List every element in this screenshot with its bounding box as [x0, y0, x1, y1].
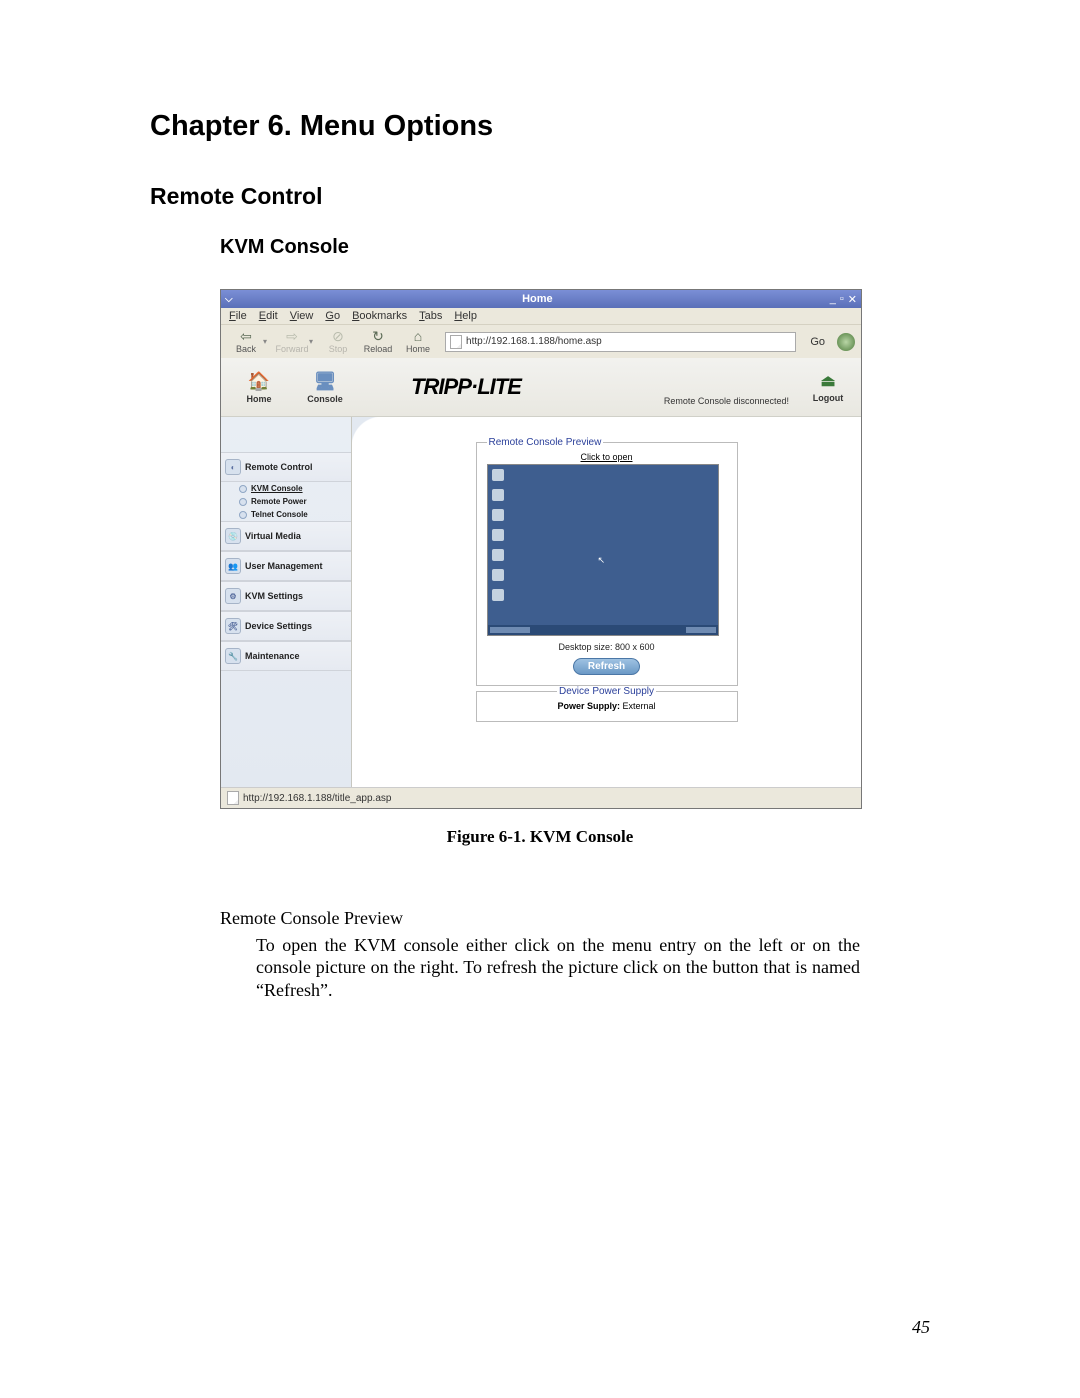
reload-button[interactable]: ↻ Reload: [359, 329, 397, 354]
app-home-button[interactable]: 🏠 Home: [229, 364, 289, 410]
forward-button[interactable]: ⇨ Forward: [273, 329, 311, 354]
nav-device-settings[interactable]: 🛠 Device Settings: [221, 611, 351, 641]
minimize-icon[interactable]: _: [830, 293, 836, 306]
browser-titlebar: ⌵ Home _ ▫ ✕: [221, 290, 861, 308]
bullet-icon: [239, 498, 247, 506]
nav-remote-control[interactable]: ◐ Remote Control: [221, 452, 351, 482]
page-icon: [450, 335, 462, 349]
home-icon: ⌂: [414, 329, 422, 343]
arrow-right-icon: ⇨: [286, 329, 298, 343]
window-title: Home: [245, 293, 830, 305]
content-area: Remote Console Preview Click to open: [352, 417, 861, 787]
figure-caption: Figure 6-1. KVM Console: [220, 827, 860, 847]
menu-tabs[interactable]: Tabs: [419, 310, 442, 322]
menu-view[interactable]: View: [290, 310, 314, 322]
page-number: 45: [912, 1317, 930, 1338]
desktop-size-label: Desktop size: 800 x 600: [487, 642, 727, 652]
desktop-icon: [492, 589, 504, 601]
paragraph-body: To open the KVM console either click on …: [256, 934, 860, 1002]
desktop-icon: [492, 489, 504, 501]
figure: ⌵ Home _ ▫ ✕ File Edit View Go Bookmarks…: [220, 289, 860, 847]
click-to-open-link[interactable]: Click to open: [487, 452, 727, 462]
nav-kvm-settings[interactable]: ⚙ KVM Settings: [221, 581, 351, 611]
power-legend: Device Power Supply: [557, 686, 656, 697]
app-header: 🏠 Home 🖥 Console TRIPP·LITE Remote Conso…: [221, 358, 861, 417]
logout-button[interactable]: ⏏ Logout: [803, 364, 853, 410]
kvm-settings-icon: ⚙: [225, 588, 241, 604]
logout-icon: ⏏: [820, 371, 835, 391]
maintenance-icon: 🔧: [225, 648, 241, 664]
console-preview-image[interactable]: ↖: [487, 464, 719, 636]
menu-edit[interactable]: Edit: [259, 310, 278, 322]
browser-menubar[interactable]: File Edit View Go Bookmarks Tabs Help: [221, 308, 861, 324]
remote-control-icon: ◐: [225, 459, 241, 475]
desktop-icon: [492, 469, 504, 481]
nav-kvm-console[interactable]: KVM Console: [221, 482, 351, 495]
arrow-left-icon: ⇦: [240, 329, 252, 343]
virtual-media-icon: 💿: [225, 528, 241, 544]
menu-file[interactable]: File: [229, 310, 247, 322]
home-icon: 🏠: [248, 371, 270, 392]
titlebar-appicon: ⌵: [225, 294, 245, 305]
device-power-supply-panel: Device Power Supply Power Supply: Extern…: [476, 686, 738, 722]
menu-go[interactable]: Go: [325, 310, 340, 322]
bullet-icon: [239, 511, 247, 519]
stop-button[interactable]: ⊘ Stop: [319, 329, 357, 354]
status-text: Remote Console disconnected!: [547, 364, 797, 410]
preview-legend: Remote Console Preview: [487, 437, 604, 448]
menu-bookmarks[interactable]: Bookmarks: [352, 310, 407, 322]
close-icon[interactable]: ✕: [848, 293, 857, 306]
body-text: Remote Console Preview To open the KVM c…: [220, 907, 860, 1001]
bullet-icon: [239, 485, 247, 493]
browser-toolbar: ⇦ Back ▾ ⇨ Forward ▾ ⊘ Stop ↻ Reload: [221, 324, 861, 358]
stop-icon: ⊘: [332, 329, 344, 343]
url-input[interactable]: http://192.168.1.188/home.asp: [445, 332, 796, 352]
console-icon: 🖥: [314, 371, 337, 392]
preview-taskbar: [488, 625, 718, 635]
remote-console-preview-panel: Remote Console Preview Click to open: [476, 437, 738, 686]
subsection-title: KVM Console: [220, 236, 930, 259]
nav-telnet-console[interactable]: Telnet Console: [221, 508, 351, 521]
desktop-icon: [492, 509, 504, 521]
nav-user-management[interactable]: 👥 User Management: [221, 551, 351, 581]
brand-logo: TRIPP·LITE: [391, 364, 541, 410]
chapter-title: Chapter 6. Menu Options: [150, 110, 930, 143]
go-button[interactable]: Go: [804, 334, 831, 350]
section-title: Remote Control: [150, 183, 930, 210]
power-label: Power Supply:: [557, 701, 620, 711]
users-icon: 👥: [225, 558, 241, 574]
nav-maintenance[interactable]: 🔧 Maintenance: [221, 641, 351, 671]
app-frame: 🏠 Home 🖥 Console TRIPP·LITE Remote Conso…: [221, 358, 861, 787]
desktop-icon: [492, 569, 504, 581]
app-console-button[interactable]: 🖥 Console: [295, 364, 355, 410]
status-url: http://192.168.1.188/title_app.asp: [243, 793, 391, 804]
device-settings-icon: 🛠: [225, 618, 241, 634]
browser-window: ⌵ Home _ ▫ ✕ File Edit View Go Bookmarks…: [220, 289, 862, 809]
cursor-icon: ↖: [598, 555, 606, 566]
back-button[interactable]: ⇦ Back: [227, 329, 265, 354]
nav-virtual-media[interactable]: 💿 Virtual Media: [221, 521, 351, 551]
home-button[interactable]: ⌂ Home: [399, 329, 437, 354]
refresh-button[interactable]: Refresh: [573, 658, 640, 675]
menu-help[interactable]: Help: [454, 310, 477, 322]
power-value: External: [623, 701, 656, 711]
throbber-icon: [837, 333, 855, 351]
desktop-icon: [492, 529, 504, 541]
page-icon: [227, 791, 239, 805]
reload-icon: ↻: [372, 329, 384, 343]
sidebar: ◐ Remote Control KVM Console Remote Powe…: [221, 417, 352, 787]
paragraph-heading: Remote Console Preview: [220, 907, 860, 930]
browser-statusbar: http://192.168.1.188/title_app.asp: [221, 787, 861, 808]
maximize-icon[interactable]: ▫: [840, 293, 844, 306]
nav-remote-power[interactable]: Remote Power: [221, 495, 351, 508]
chevron-down-icon[interactable]: ▾: [263, 337, 267, 346]
desktop-icon: [492, 549, 504, 561]
